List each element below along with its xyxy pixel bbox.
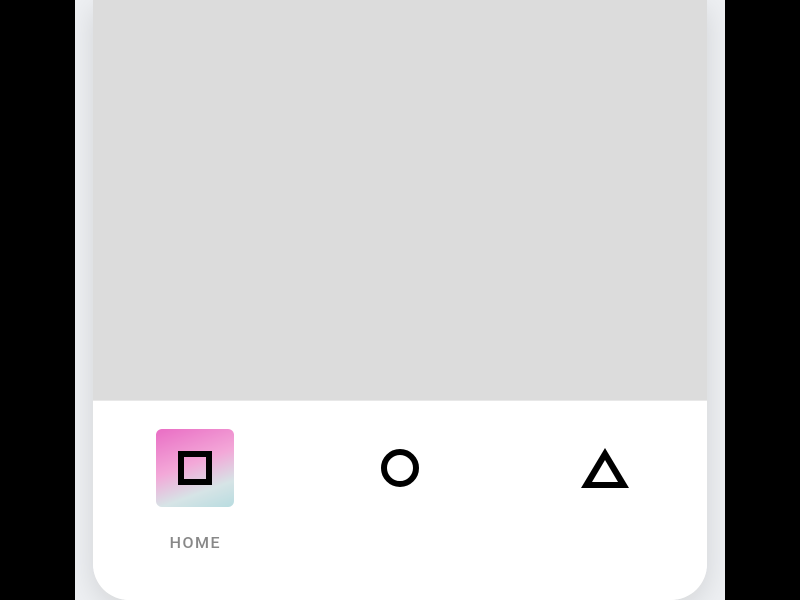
nav-item-home[interactable]: HOME bbox=[93, 429, 298, 552]
nav-item-circle[interactable] bbox=[298, 429, 503, 507]
nav-label-home: HOME bbox=[170, 533, 221, 552]
content-area bbox=[93, 0, 707, 400]
circle-icon bbox=[361, 429, 439, 507]
phone-screen: HOME bbox=[93, 0, 707, 600]
bottom-nav-bar: HOME bbox=[93, 400, 707, 600]
phone-frame: HOME bbox=[75, 0, 725, 600]
nav-item-triangle[interactable] bbox=[502, 429, 707, 507]
square-icon bbox=[156, 429, 234, 507]
triangle-icon bbox=[566, 429, 644, 507]
